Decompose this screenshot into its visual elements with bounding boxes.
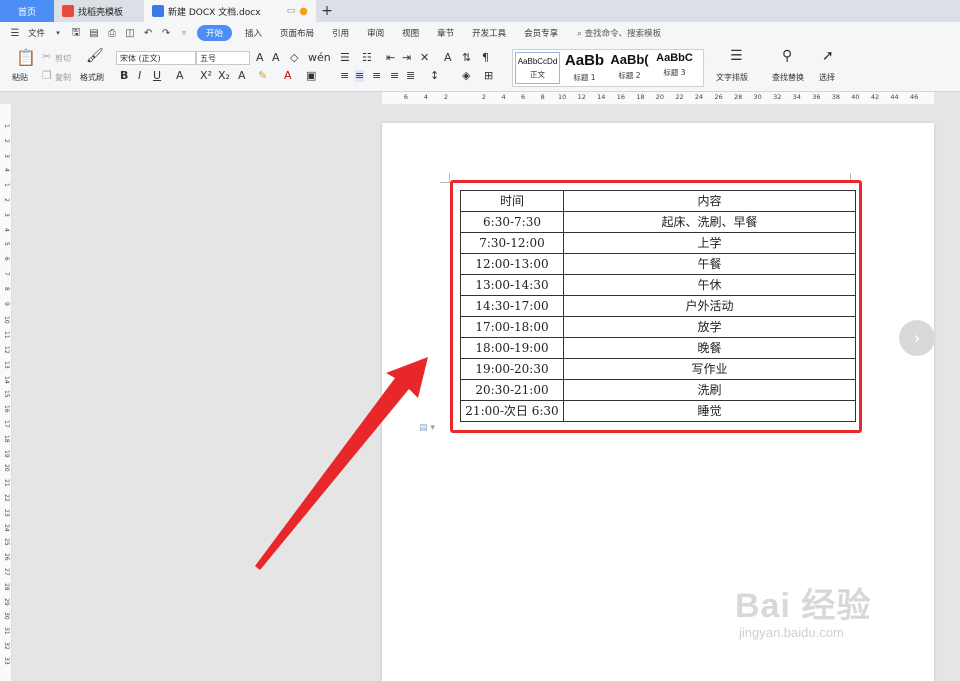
arrow-shape [255,357,428,570]
watermark-main: Bai 经验 [735,587,872,625]
next-page-button[interactable]: › [899,320,935,356]
watermark-url: jingyan.baidu.com [739,625,844,640]
baidu-watermark: Bai 经验 jingyan.baidu.com [735,578,871,640]
chevron-right-icon: › [913,327,921,349]
